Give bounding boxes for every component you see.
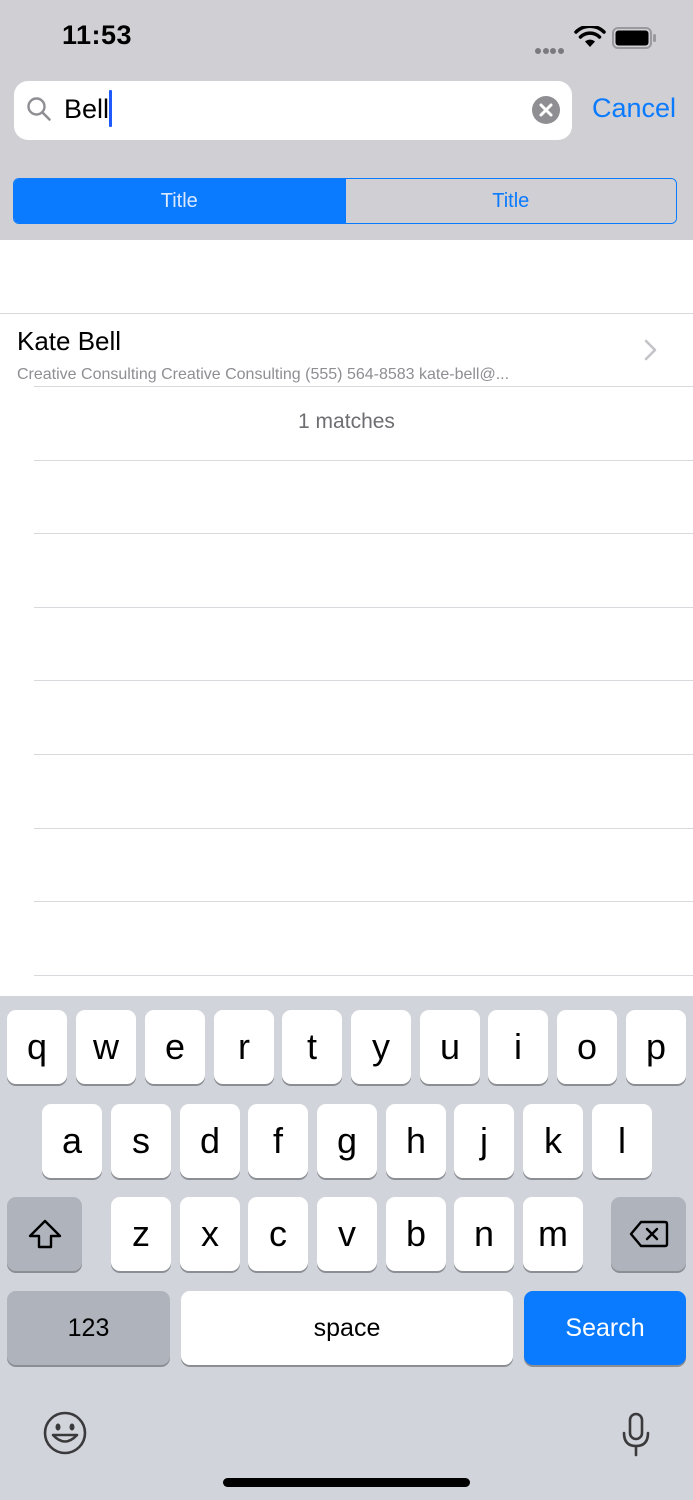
key-t[interactable]: t bbox=[282, 1010, 342, 1084]
key-s[interactable]: s bbox=[111, 1104, 171, 1178]
shift-key[interactable] bbox=[7, 1197, 82, 1271]
search-key[interactable]: Search bbox=[524, 1291, 686, 1365]
row-separator bbox=[34, 607, 693, 608]
result-detail: Creative Consulting Creative Consulting … bbox=[17, 366, 510, 383]
clear-search-button[interactable] bbox=[532, 96, 560, 124]
shift-icon bbox=[28, 1219, 61, 1249]
key-b[interactable]: b bbox=[386, 1197, 446, 1271]
key-f[interactable]: f bbox=[248, 1104, 308, 1178]
key-i[interactable]: i bbox=[488, 1010, 548, 1084]
search-icon bbox=[27, 97, 51, 121]
key-v[interactable]: v bbox=[317, 1197, 377, 1271]
signal-icon bbox=[535, 41, 565, 59]
wifi-icon bbox=[574, 26, 606, 47]
key-m[interactable]: m bbox=[523, 1197, 583, 1271]
status-time: 11:53 bbox=[62, 20, 133, 50]
key-l[interactable]: l bbox=[592, 1104, 652, 1178]
row-separator bbox=[34, 901, 693, 902]
key-q[interactable]: q bbox=[7, 1010, 67, 1084]
key-z[interactable]: z bbox=[111, 1197, 171, 1271]
numbers-key[interactable]: 123 bbox=[7, 1291, 170, 1365]
row-separator bbox=[34, 386, 693, 387]
key-c[interactable]: c bbox=[248, 1197, 308, 1271]
microphone-icon[interactable] bbox=[620, 1412, 652, 1458]
row-separator bbox=[34, 754, 693, 755]
key-k[interactable]: k bbox=[523, 1104, 583, 1178]
row-separator bbox=[34, 533, 693, 534]
key-h[interactable]: h bbox=[386, 1104, 446, 1178]
delete-icon bbox=[629, 1220, 668, 1248]
text-cursor bbox=[109, 90, 112, 127]
row-separator bbox=[34, 680, 693, 681]
emoji-icon[interactable] bbox=[42, 1410, 88, 1456]
key-y[interactable]: y bbox=[351, 1010, 411, 1084]
key-r[interactable]: r bbox=[214, 1010, 274, 1084]
key-e[interactable]: e bbox=[145, 1010, 205, 1084]
delete-key[interactable] bbox=[611, 1197, 686, 1271]
scope-segment-1[interactable]: Title bbox=[14, 179, 345, 223]
search-input[interactable]: Bell bbox=[64, 94, 109, 125]
row-separator bbox=[34, 828, 693, 829]
key-o[interactable]: o bbox=[557, 1010, 617, 1084]
key-d[interactable]: d bbox=[180, 1104, 240, 1178]
scope-segmented-control: Title Title bbox=[13, 178, 677, 224]
row-separator bbox=[34, 975, 693, 976]
key-u[interactable]: u bbox=[420, 1010, 480, 1084]
cancel-button[interactable]: Cancel bbox=[592, 93, 676, 124]
key-j[interactable]: j bbox=[454, 1104, 514, 1178]
key-p[interactable]: p bbox=[626, 1010, 686, 1084]
keyboard: q w e r t y u i o p a s d f g h j k l z … bbox=[0, 996, 693, 1500]
key-w[interactable]: w bbox=[76, 1010, 136, 1084]
space-key[interactable]: space bbox=[181, 1291, 513, 1365]
scope-segment-2[interactable]: Title bbox=[344, 179, 676, 223]
key-x[interactable]: x bbox=[180, 1197, 240, 1271]
chevron-right-icon bbox=[644, 339, 657, 361]
match-count: 1 matches bbox=[298, 410, 395, 433]
home-indicator bbox=[223, 1478, 470, 1487]
battery-icon bbox=[612, 27, 656, 49]
result-name: Kate Bell bbox=[17, 326, 122, 356]
key-n[interactable]: n bbox=[454, 1197, 514, 1271]
key-a[interactable]: a bbox=[42, 1104, 102, 1178]
clear-icon bbox=[539, 103, 553, 117]
key-g[interactable]: g bbox=[317, 1104, 377, 1178]
row-separator bbox=[34, 460, 693, 461]
